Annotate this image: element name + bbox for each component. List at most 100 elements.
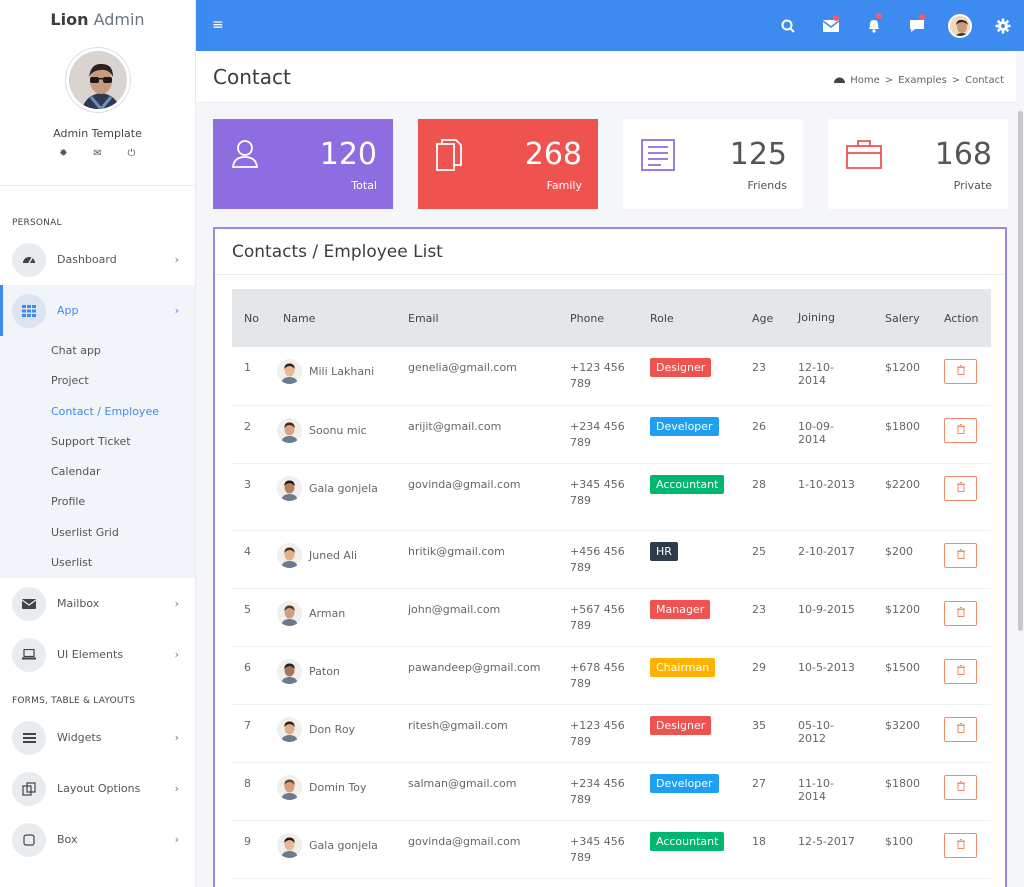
submenu-item-chat-app[interactable]: Chat app xyxy=(0,336,195,366)
trash-icon xyxy=(956,365,965,378)
table-header-row: No Name Email Phone Role Age Joining Sal… xyxy=(232,289,991,347)
cell-phone: +234 456 789 xyxy=(558,762,638,821)
cell-name: Paton xyxy=(271,646,396,705)
sidebar-item-mailbox[interactable]: Mailbox › xyxy=(0,578,195,629)
bell-icon[interactable] xyxy=(852,13,895,33)
cell-role: Designer xyxy=(638,347,740,406)
delete-button[interactable] xyxy=(944,475,977,501)
cell-phone: +234 456 789 xyxy=(558,405,638,464)
cell-age: 18 xyxy=(740,820,786,879)
delete-button[interactable] xyxy=(944,716,977,742)
col-salary[interactable]: Salery xyxy=(873,289,932,347)
cell-role: Chairman xyxy=(638,646,740,705)
cell-name: Soonu mic xyxy=(271,405,396,464)
breadcrumb-home[interactable]: Home xyxy=(850,75,880,86)
col-name[interactable]: Name xyxy=(271,289,396,347)
cell-joining-date: 10-09-2014 xyxy=(786,405,873,464)
submenu-item-userlist-grid[interactable]: Userlist Grid xyxy=(0,518,195,548)
brand-logo[interactable]: Lion Admin xyxy=(0,0,195,40)
cell-no: 6 xyxy=(232,646,271,705)
delete-button[interactable] xyxy=(944,832,977,858)
copy-icon xyxy=(436,139,462,179)
page-scrollbar[interactable] xyxy=(1016,51,1024,887)
user-icon xyxy=(231,139,259,177)
stat-card-total: 120 Total xyxy=(213,119,393,209)
col-role[interactable]: Role xyxy=(638,289,740,347)
user-name: Admin Template xyxy=(53,127,142,140)
sidebar-item-widgets[interactable]: Widgets › xyxy=(0,712,195,763)
submenu-item-project[interactable]: Project xyxy=(0,366,195,396)
avatar xyxy=(277,832,302,858)
trash-icon xyxy=(956,722,965,736)
col-email[interactable]: Email xyxy=(396,289,558,347)
delete-button[interactable] xyxy=(944,542,977,568)
submenu-item-userlist[interactable]: Userlist xyxy=(0,548,195,578)
sidebar-item-ui-elements[interactable]: UI Elements › xyxy=(0,629,195,680)
search-icon[interactable] xyxy=(766,19,809,33)
cell-role: Accountant xyxy=(638,820,740,879)
role-badge: Chairman xyxy=(650,657,716,677)
cell-age: 23 xyxy=(740,347,786,406)
stat-card-friends: 125 Friends xyxy=(623,119,803,209)
sidebar-item-layout-options[interactable]: Layout Options › xyxy=(0,763,195,814)
cell-email: salman@gmail.com xyxy=(396,762,558,821)
cell-role: Developer xyxy=(638,405,740,464)
trash-icon xyxy=(956,838,965,852)
delete-button[interactable] xyxy=(944,658,977,684)
employee-name: Paton xyxy=(309,664,340,678)
col-joining-date[interactable]: Joining xyxy=(786,289,873,347)
role-badge: Accountant xyxy=(650,474,725,494)
employee-name: Domin Toy xyxy=(309,780,367,794)
submenu-item-contact-employee[interactable]: Contact / Employee xyxy=(0,397,195,427)
sidebar-item-box[interactable]: Box › xyxy=(0,814,195,865)
table-row: 6 Paton pawandeep@gmail.com +678 456 789 … xyxy=(232,646,991,705)
dashboard-icon xyxy=(834,75,846,86)
sidebar-item-app[interactable]: App › xyxy=(0,285,195,336)
delete-button[interactable] xyxy=(944,600,977,626)
table-row: 7 Don Roy ritesh@gmail.com +123 456 789 D… xyxy=(232,704,991,763)
submenu-item-support-ticket[interactable]: Support Ticket xyxy=(0,427,195,457)
cell-joining-date: 12-5-2017 xyxy=(786,820,873,879)
submenu-item-profile[interactable]: Profile xyxy=(0,487,195,517)
cell-no: 7 xyxy=(232,704,271,763)
chat-icon[interactable] xyxy=(895,13,938,33)
cell-action xyxy=(932,820,991,879)
avatar xyxy=(277,359,302,384)
mail-icon[interactable]: ✉ xyxy=(92,148,104,159)
submenu-item-calendar[interactable]: Calendar xyxy=(0,457,195,487)
col-action[interactable]: Action xyxy=(932,289,991,347)
cell-action xyxy=(932,463,991,531)
delete-button[interactable] xyxy=(944,359,977,384)
cell-name: Arman xyxy=(271,588,396,647)
col-age[interactable]: Age xyxy=(740,289,786,347)
gear-icon[interactable]: ✹ xyxy=(58,148,70,159)
role-badge: Manager xyxy=(650,599,711,619)
cell-phone: +678 456 789 xyxy=(558,646,638,705)
cell-no: 2 xyxy=(232,405,271,464)
menu-icon xyxy=(12,720,46,755)
breadcrumb-examples[interactable]: Examples xyxy=(898,75,947,86)
mail-icon xyxy=(12,586,46,621)
avatar xyxy=(277,417,302,443)
chevron-right-icon: › xyxy=(174,648,179,662)
hamburger-menu-icon[interactable]: ≡ xyxy=(212,17,224,33)
cell-email: ritesh@gmail.com xyxy=(396,704,558,763)
delete-button[interactable] xyxy=(944,774,977,800)
col-phone[interactable]: Phone xyxy=(558,289,638,347)
role-badge: Designer xyxy=(650,715,712,735)
sidebar-item-dashboard[interactable]: Dashboard › xyxy=(0,234,195,285)
delete-button[interactable] xyxy=(944,417,977,443)
cell-phone: +345 456 789 xyxy=(558,820,638,879)
cell-role: Designer xyxy=(638,704,740,763)
mail-icon[interactable] xyxy=(809,14,852,32)
cell-role: Developer xyxy=(638,762,740,821)
col-no[interactable]: No xyxy=(232,289,271,347)
cell-salary: $3200 xyxy=(873,704,932,763)
cell-email: hritik@gmail.com xyxy=(396,530,558,589)
cell-salary: $1800 xyxy=(873,762,932,821)
settings-gear-icon[interactable] xyxy=(981,18,1024,34)
user-avatar-menu[interactable] xyxy=(938,13,981,38)
power-icon[interactable]: ⏻ xyxy=(126,148,138,159)
employee-name: Gala gonjela xyxy=(309,481,378,495)
user-avatar[interactable] xyxy=(65,48,130,112)
